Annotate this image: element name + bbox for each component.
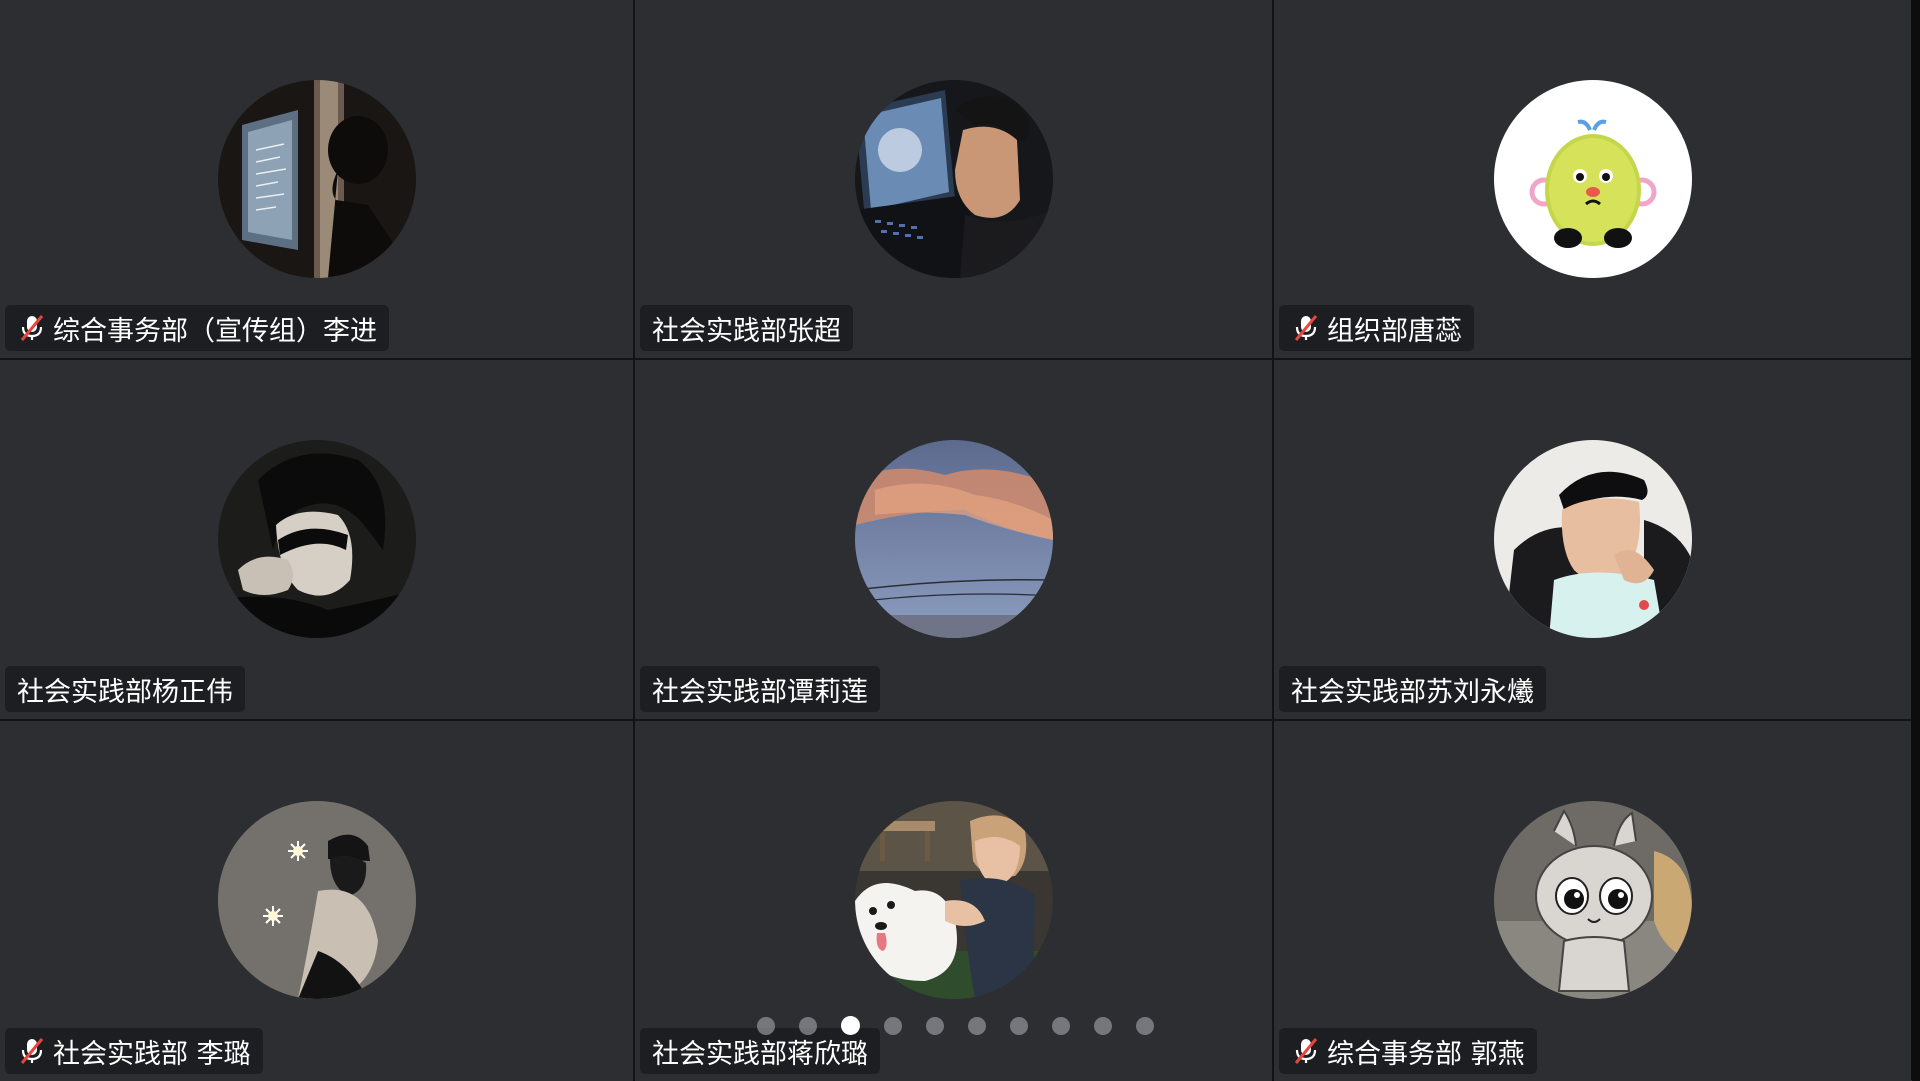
- participant-name: 社会实践部张超: [652, 315, 841, 347]
- page-dot[interactable]: [1094, 1016, 1112, 1035]
- participant-tile[interactable]: 社会实践部苏刘永爔: [1274, 360, 1912, 719]
- participant-name-tag: 社会实践部苏刘永爔: [1279, 666, 1546, 712]
- page-dot[interactable]: [1052, 1016, 1070, 1035]
- participant-avatar: [854, 801, 1053, 999]
- participant-avatar: [854, 80, 1053, 278]
- participant-avatar: [217, 80, 416, 278]
- mic-muted-icon: [1291, 1036, 1321, 1066]
- page-dot-active[interactable]: [841, 1016, 860, 1035]
- participant-name-tag: 社会实践部谭莉莲: [640, 666, 880, 712]
- participant-name: 组织部唐蕊: [1327, 315, 1462, 347]
- page-indicator[interactable]: [0, 1016, 1911, 1035]
- participant-avatar: [217, 801, 416, 999]
- mic-muted-icon: [17, 313, 47, 343]
- participant-tile[interactable]: 组织部唐蕊: [1274, 0, 1912, 358]
- mic-muted-icon: [17, 1036, 47, 1066]
- participant-name: 社会实践部蒋欣璐: [652, 1038, 868, 1070]
- participant-name: 社会实践部谭莉莲: [652, 676, 868, 708]
- participant-name: 综合事务部 郭燕: [1327, 1038, 1525, 1070]
- participant-grid: 综合事务部（宣传组）李进 社会实践部张超 组织部唐蕊 社会实践部杨正伟 社会实践…: [0, 0, 1912, 1081]
- page-dot[interactable]: [1010, 1016, 1028, 1035]
- page-dot[interactable]: [1136, 1016, 1154, 1035]
- participant-avatar: [1494, 80, 1692, 278]
- participant-avatar: [1494, 801, 1692, 999]
- page-dot[interactable]: [757, 1016, 775, 1035]
- participant-tile[interactable]: 综合事务部（宣传组）李进: [0, 0, 633, 358]
- participant-name: 社会实践部苏刘永爔: [1291, 676, 1534, 708]
- participant-name-tag: 社会实践部张超: [640, 305, 853, 351]
- participant-avatar: [217, 440, 416, 638]
- page-dot[interactable]: [884, 1016, 902, 1035]
- participant-name: 社会实践部杨正伟: [17, 676, 233, 708]
- participant-name: 社会实践部 李璐: [53, 1038, 251, 1070]
- participant-name: 综合事务部（宣传组）李进: [53, 315, 377, 347]
- mic-muted-icon: [1291, 313, 1321, 343]
- page-dot[interactable]: [926, 1016, 944, 1035]
- participant-name-tag: 社会实践部杨正伟: [5, 666, 245, 712]
- participant-tile[interactable]: 社会实践部张超: [635, 0, 1272, 358]
- screen-edge: [1911, 0, 1920, 1080]
- participant-tile[interactable]: 社会实践部杨正伟: [0, 360, 633, 719]
- participant-avatar: [854, 440, 1053, 638]
- participant-name-tag: 综合事务部（宣传组）李进: [5, 305, 389, 351]
- participant-tile[interactable]: 社会实践部谭莉莲: [635, 360, 1272, 719]
- participant-name-tag: 组织部唐蕊: [1279, 305, 1474, 351]
- participant-avatar: [1494, 440, 1692, 638]
- page-dot[interactable]: [799, 1016, 817, 1035]
- meeting-gallery-view: 综合事务部（宣传组）李进 社会实践部张超 组织部唐蕊 社会实践部杨正伟 社会实践…: [0, 0, 1920, 1081]
- page-dot[interactable]: [968, 1016, 986, 1035]
